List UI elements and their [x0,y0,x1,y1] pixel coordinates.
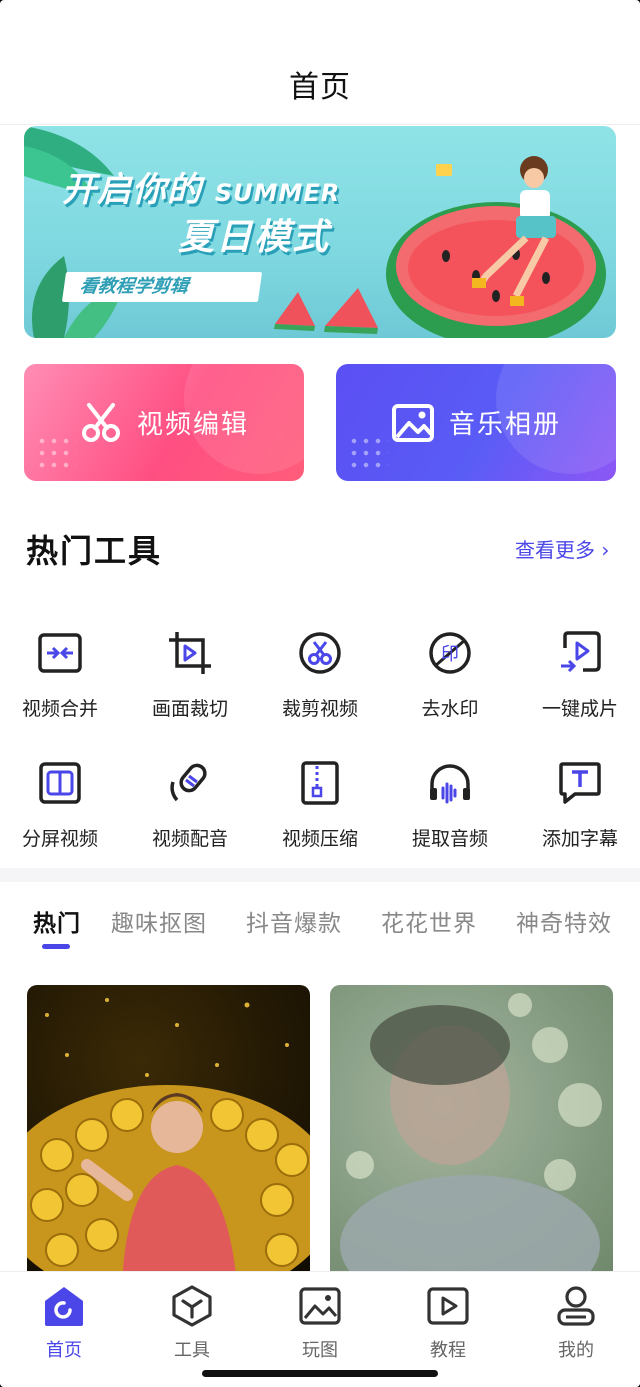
tabbar-label: 玩图 [302,1340,338,1361]
button-decoration [496,364,616,474]
box-icon [172,1285,212,1327]
banner-headline-en: SUMMER [214,179,341,207]
tab-fun-cutout[interactable]: 趣味抠图 [111,904,207,938]
template-thumbnail[interactable] [27,985,310,1285]
tool-split-screen[interactable]: 分屏视频 [0,760,124,851]
tool-remove-watermark[interactable]: 印 去水印 [386,630,514,721]
play-icon [427,1287,469,1325]
tool-label: 提取音频 [411,828,488,850]
banner-subheadline: 夏日模式 [178,217,331,258]
tool-extract-audio[interactable]: 提取音频 [386,760,514,851]
merge-icon [38,633,82,673]
section-divider [0,868,640,882]
tabbar-label: 我的 [558,1340,594,1361]
tool-label: 画面裁切 [151,698,228,720]
tab-magic-effects[interactable]: 神奇特效 [516,904,612,938]
hot-tools-title: 热门工具 [26,532,163,570]
dubbing-icon [170,763,207,802]
tabbar-label: 首页 [46,1340,82,1361]
tab-hot[interactable]: 热门 [33,904,81,938]
tool-label: 视频合并 [21,698,98,720]
home-icon [45,1287,83,1326]
tab-douyin-hits[interactable]: 抖音爆款 [246,904,342,938]
tool-label: 添加字幕 [541,828,618,850]
gold-coins-image [27,998,310,1285]
video-edit-button[interactable]: 视频编辑 [24,364,304,481]
banner-headline: 开启你的 SUMMER [62,162,340,211]
tool-label: 裁剪视频 [281,698,358,720]
watermark-icon: 印 [429,632,471,674]
active-tab-indicator [42,944,70,949]
tabbar-label: 教程 [430,1340,466,1361]
tool-label: 去水印 [421,698,479,720]
dots-decoration [36,435,76,471]
tool-label: 视频配音 [151,828,228,850]
tool-one-click[interactable]: 一键成片 [516,630,640,721]
page-title: 首页 [289,70,351,105]
tool-crop[interactable]: 画面裁切 [126,630,254,721]
tool-label: 视频压缩 [281,828,358,850]
one-click-icon [561,631,601,673]
music-album-button[interactable]: 音乐相册 [336,364,616,481]
svg-text:印: 印 [441,644,459,665]
tabbar-tutorial[interactable]: 教程 [384,1284,512,1362]
home-indicator[interactable] [202,1370,438,1377]
scissors-icon [81,402,120,442]
dots-decoration [348,435,388,471]
tool-cut-video[interactable]: 裁剪视频 [256,630,384,721]
compress-icon [301,761,339,805]
tabbar-tools[interactable]: 工具 [128,1284,256,1362]
picture-icon [391,403,434,442]
crop-icon [169,632,211,674]
app-screen: 首页 开启你的 SUMMER 夏日模式 看教程学剪辑 视频编辑 音乐相册 热门工… [0,0,640,1387]
tool-dubbing[interactable]: 视频配音 [126,760,254,851]
banner-tutorial-tag[interactable]: 看教程学剪辑 [61,272,263,302]
watermelon-illustration [386,156,606,338]
banner-headline-cn: 开启你的 [62,170,202,210]
header-divider [0,124,640,125]
tool-label: 分屏视频 [21,828,98,850]
blurred-portrait-image [340,993,602,1285]
user-icon [557,1286,595,1326]
image-icon [299,1287,341,1325]
tool-video-merge[interactable]: 视频合并 [0,630,124,721]
watermelon-slice-icon [274,288,378,334]
see-more-link[interactable]: 查看更多 › [515,534,609,563]
audio-extract-icon [430,764,470,804]
split-screen-icon [39,762,81,804]
tabbar-mine[interactable]: 我的 [512,1284,640,1362]
tool-subtitle[interactable]: 添加字幕 [516,760,640,851]
tool-label: 一键成片 [541,698,618,720]
subtitle-icon [559,762,601,804]
button-decoration [184,364,304,474]
tab-flower-world[interactable]: 花花世界 [381,904,477,938]
tabbar-label: 工具 [174,1340,210,1361]
tool-compress[interactable]: 视频压缩 [256,760,384,851]
template-thumbnail[interactable] [330,985,613,1285]
cut-video-icon [299,632,341,674]
tabbar-home[interactable]: 首页 [0,1284,128,1362]
tabbar-play-image[interactable]: 玩图 [256,1284,384,1362]
summer-banner[interactable]: 开启你的 SUMMER 夏日模式 看教程学剪辑 [24,126,616,338]
